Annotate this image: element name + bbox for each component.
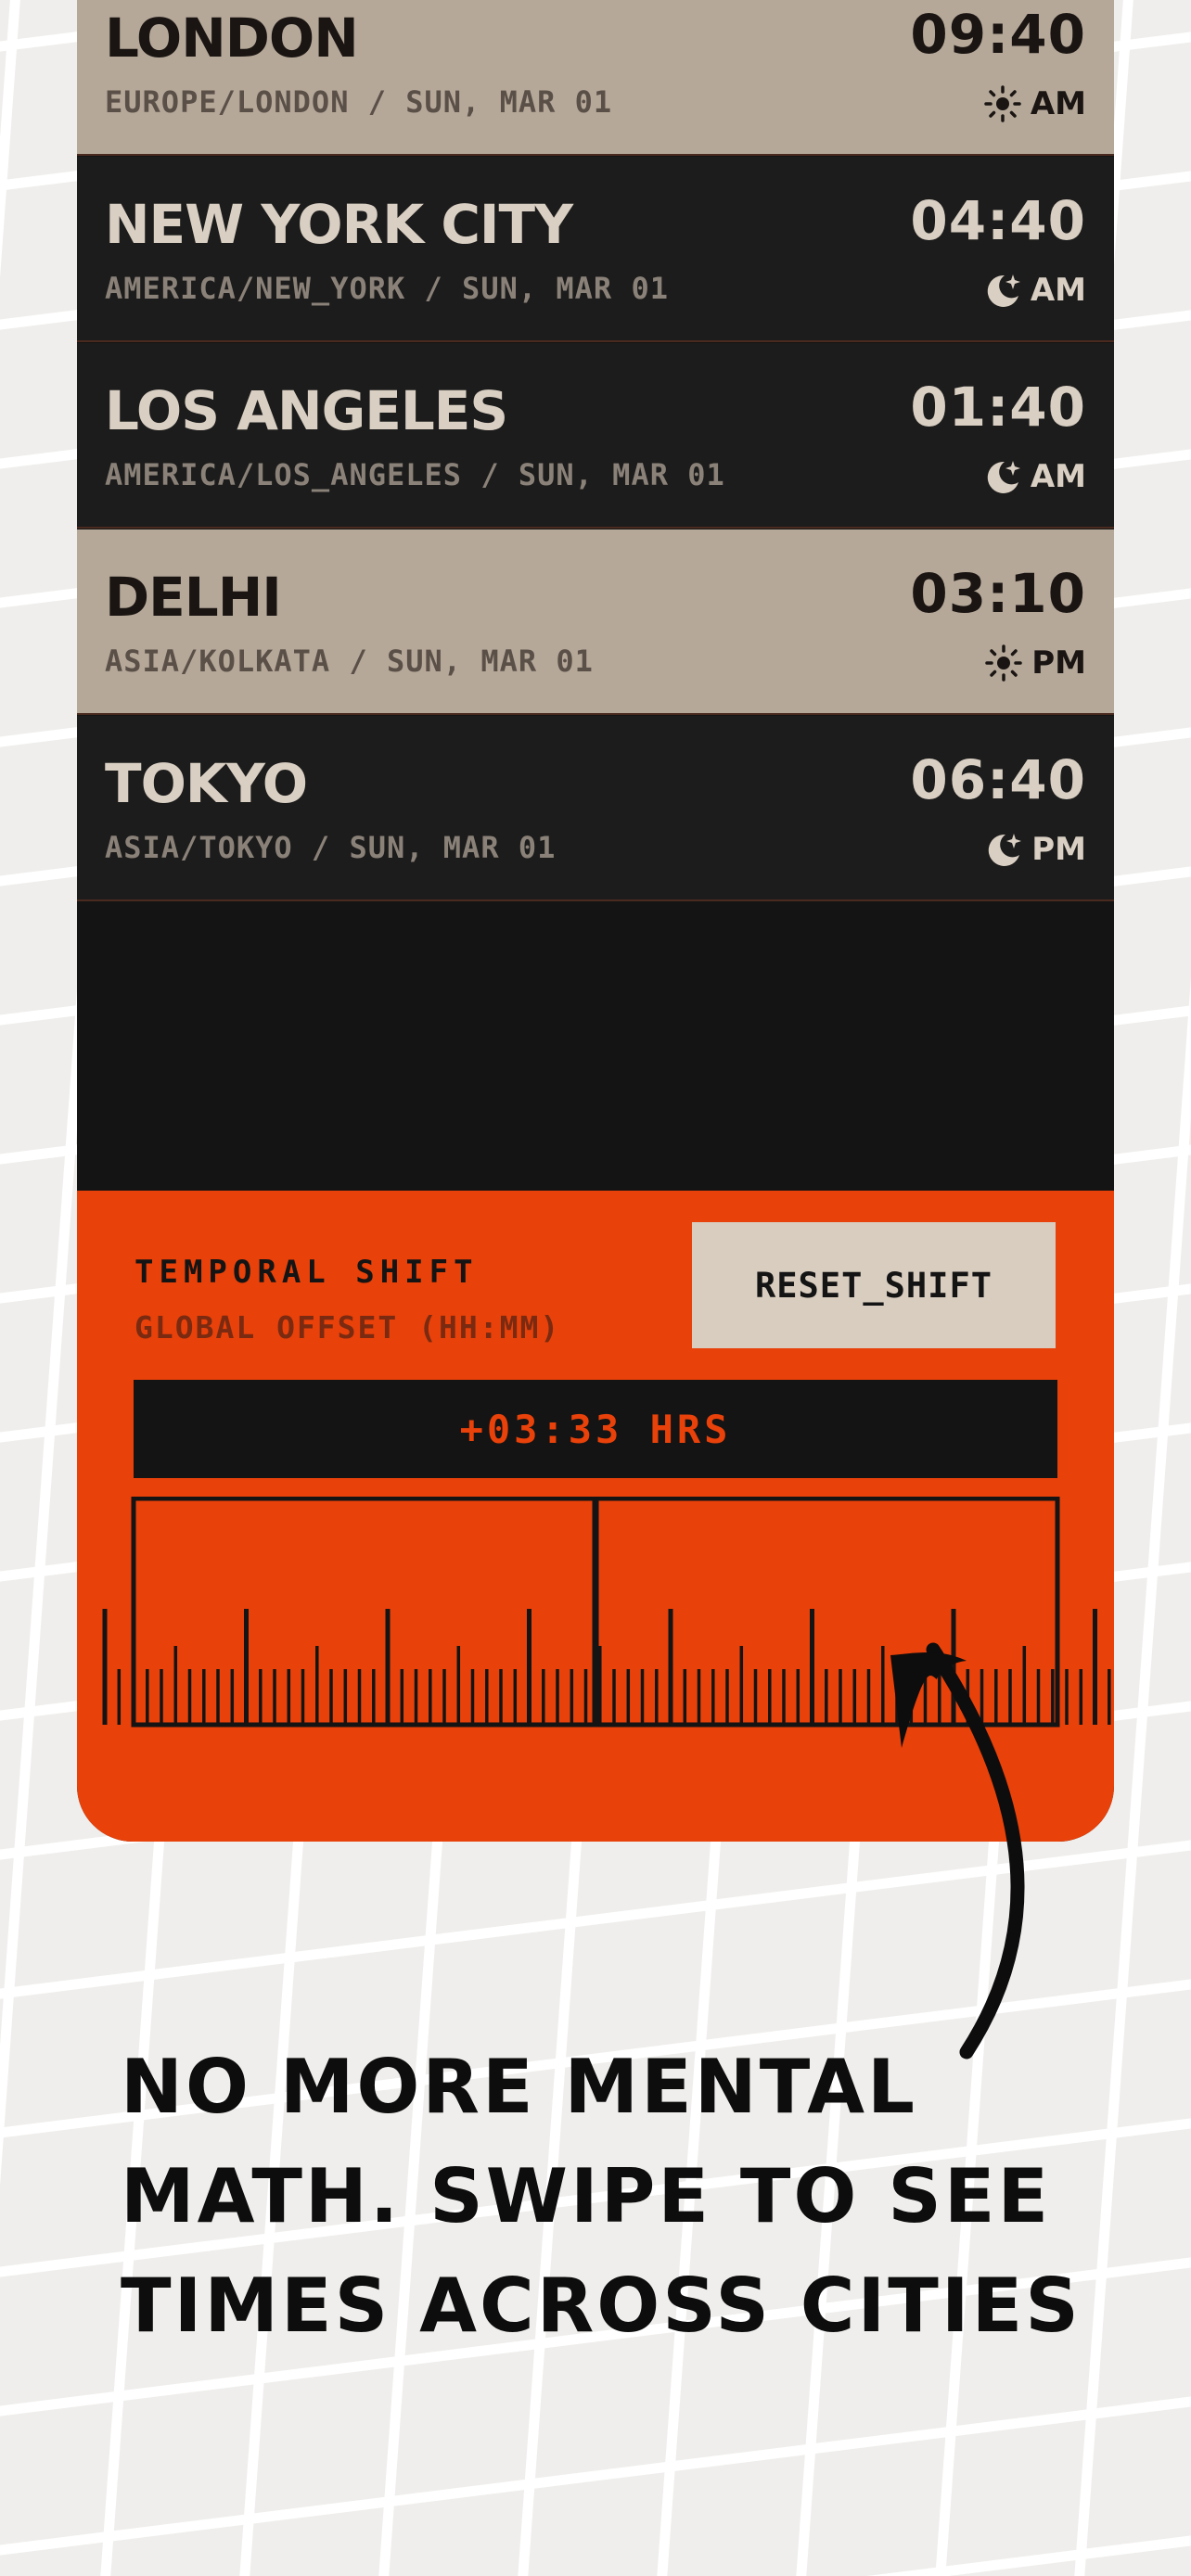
city-row[interactable]: NEW YORK CITY AMERICA/NEW_YORK / SUN, MAR… xyxy=(77,157,1114,342)
sun-icon xyxy=(984,85,1021,122)
empty-list-area xyxy=(77,906,1114,1191)
city-row[interactable]: LOS ANGELES AMERICA/LOS_ANGELES / SUN, MA… xyxy=(77,343,1114,529)
moon-icon xyxy=(985,831,1022,868)
am-pm-label: PM xyxy=(1031,644,1086,682)
period-indicator: AM xyxy=(984,272,1086,309)
city-time: 04:40 xyxy=(910,189,1086,252)
shift-title: TEMPORAL SHIFT xyxy=(134,1254,479,1291)
period-indicator: PM xyxy=(985,644,1086,682)
sun-icon xyxy=(985,644,1022,682)
moon-icon xyxy=(984,458,1021,495)
city-name: NEW YORK CITY xyxy=(105,193,573,256)
city-row[interactable]: TOKYO ASIA/TOKYO / SUN, MAR 01 06:40 PM xyxy=(77,716,1114,901)
city-time: 06:40 xyxy=(910,748,1086,811)
am-pm-label: AM xyxy=(1030,272,1086,309)
city-row[interactable]: DELHI ASIA/KOLKATA / SUN, MAR 01 03:10 PM xyxy=(77,529,1114,715)
moon-icon xyxy=(984,272,1021,309)
timezone-date: ASIA/KOLKATA / SUN, MAR 01 xyxy=(105,644,594,679)
offset-display: +03:33 HRS xyxy=(134,1380,1057,1478)
city-name: LOS ANGELES xyxy=(105,379,508,442)
am-pm-label: AM xyxy=(1030,85,1086,122)
shift-subtitle: GLOBAL OFFSET (HH:MM) xyxy=(134,1309,561,1345)
city-name: LONDON xyxy=(105,6,359,70)
city-row[interactable]: LONDON EUROPE/LONDON / SUN, MAR 01 09:40 AM xyxy=(77,0,1114,156)
city-time: 01:40 xyxy=(910,376,1086,439)
period-indicator: PM xyxy=(985,831,1086,868)
am-pm-label: PM xyxy=(1031,831,1086,868)
city-time: 09:40 xyxy=(910,3,1086,66)
promo-headline: NO MORE MENTAL MATH. SWIPE TO SEE TIMES … xyxy=(121,2044,1082,2349)
city-name: DELHI xyxy=(105,566,282,629)
period-indicator: AM xyxy=(984,85,1086,122)
reset-shift-button[interactable]: RESET_SHIFT xyxy=(692,1222,1056,1348)
am-pm-label: AM xyxy=(1030,458,1086,495)
timezone-date: ASIA/TOKYO / SUN, MAR 01 xyxy=(105,830,557,865)
timezone-date: EUROPE/LONDON / SUN, MAR 01 xyxy=(105,84,613,120)
curved-arrow-icon xyxy=(890,1642,1025,2060)
city-time: 03:10 xyxy=(910,562,1086,625)
period-indicator: AM xyxy=(984,458,1086,495)
city-name: TOKYO xyxy=(105,752,308,815)
timezone-date: AMERICA/NEW_YORK / SUN, MAR 01 xyxy=(105,271,669,306)
timezone-date: AMERICA/LOS_ANGELES / SUN, MAR 01 xyxy=(105,457,725,492)
app-screen: LONDON EUROPE/LONDON / SUN, MAR 01 09:40 AM… xyxy=(77,0,1114,1842)
